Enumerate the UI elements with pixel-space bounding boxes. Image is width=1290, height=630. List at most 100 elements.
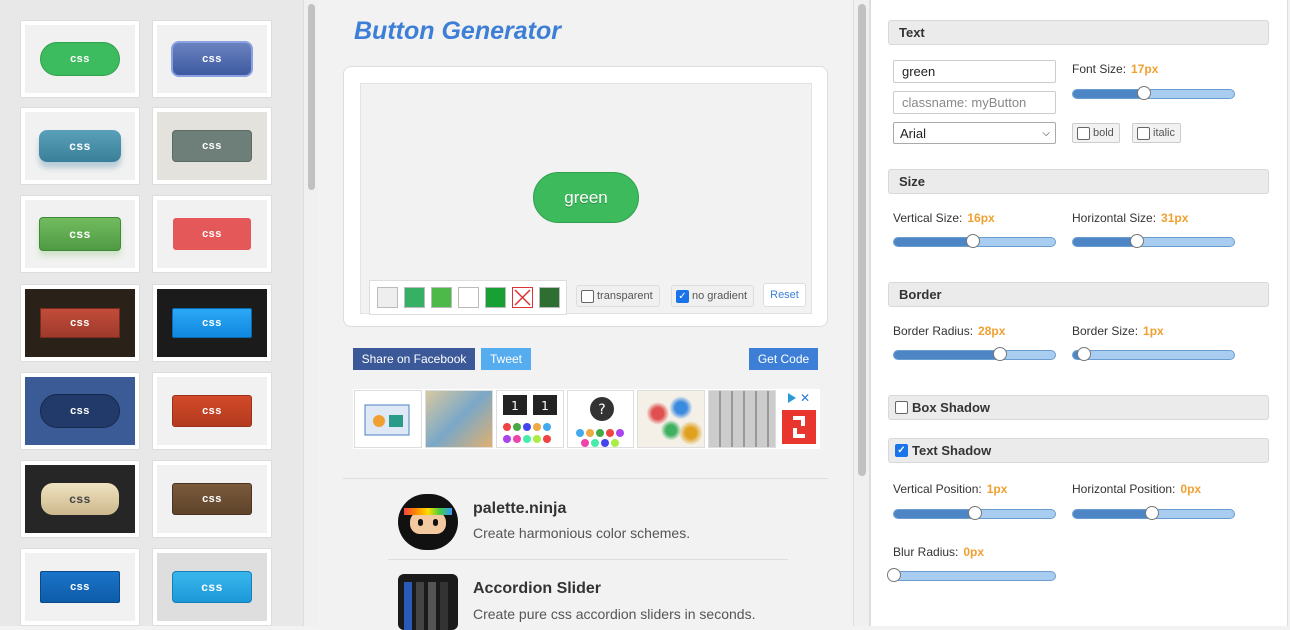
- template-tile[interactable]: css: [152, 548, 272, 626]
- share-facebook-button[interactable]: Share on Facebook: [353, 348, 475, 370]
- vertical-position-slider[interactable]: [893, 506, 1056, 520]
- section-text[interactable]: Text: [888, 20, 1269, 45]
- template-tile[interactable]: css: [152, 460, 272, 538]
- template-button: css: [172, 483, 252, 515]
- settings-panel: Text green classname: myButton Arial ⌵ Fo…: [870, 0, 1288, 626]
- slider-knob[interactable]: [1137, 86, 1151, 100]
- ad-choices-icon[interactable]: ✕: [788, 391, 816, 405]
- vertical-size-value: 16px: [967, 211, 995, 225]
- template-tile[interactable]: css: [20, 107, 140, 185]
- template-button: css: [173, 218, 251, 250]
- section-text-shadow[interactable]: ✓ Text Shadow: [888, 438, 1269, 463]
- slider-knob[interactable]: [968, 506, 982, 520]
- gallery-scrollbar[interactable]: [303, 0, 318, 626]
- vertical-size-label: Vertical Size: 16px: [893, 211, 995, 225]
- reset-button[interactable]: Reset: [763, 283, 806, 307]
- horizontal-position-slider[interactable]: [1072, 506, 1235, 520]
- template-tile[interactable]: css: [20, 195, 140, 273]
- font-select-value: Arial: [900, 125, 927, 141]
- template-tile[interactable]: css: [20, 20, 140, 98]
- swatch-forest[interactable]: [539, 287, 560, 308]
- ad-image[interactable]: [708, 390, 777, 448]
- slider-knob[interactable]: [1145, 506, 1159, 520]
- section-size[interactable]: Size: [888, 169, 1269, 194]
- italic-toggle[interactable]: italic: [1132, 123, 1182, 143]
- preview-area: green transparent ✓ no gradient Reset: [360, 83, 812, 315]
- ad-image[interactable]: [637, 390, 706, 448]
- template-tile[interactable]: css: [152, 20, 272, 98]
- template-button: css: [39, 217, 121, 251]
- horizontal-size-label: Horizontal Size: 31px: [1072, 211, 1189, 225]
- scrollbar-thumb[interactable]: [858, 4, 866, 476]
- italic-label: italic: [1153, 127, 1176, 139]
- slider-knob[interactable]: [993, 347, 1007, 361]
- blur-radius-slider[interactable]: [887, 568, 1056, 582]
- text-shadow-checkbox[interactable]: ✓: [895, 444, 908, 457]
- classname-input[interactable]: classname: myButton: [893, 91, 1056, 114]
- color-swatches: [369, 280, 567, 315]
- template-button: css: [39, 130, 121, 162]
- svg-text:1: 1: [541, 399, 549, 413]
- swatch-light-gray[interactable]: [377, 287, 398, 308]
- section-box-shadow[interactable]: Box Shadow: [888, 395, 1269, 420]
- template-tile[interactable]: css: [20, 548, 140, 626]
- template-tile[interactable]: css: [152, 107, 272, 185]
- template-tile[interactable]: css: [20, 284, 140, 362]
- font-select[interactable]: Arial ⌵: [893, 122, 1056, 144]
- swatch-green[interactable]: [404, 287, 425, 308]
- swatch-white[interactable]: [458, 287, 479, 308]
- promo-accordion-slider[interactable]: Accordion Slider Create pure css accordi…: [388, 570, 788, 630]
- border-size-slider[interactable]: [1072, 347, 1235, 361]
- bold-toggle[interactable]: bold: [1072, 123, 1120, 143]
- promo-palette-ninja[interactable]: palette.ninja Create harmonious color sc…: [388, 490, 788, 560]
- ad-image[interactable]: [424, 390, 493, 448]
- template-button: css: [41, 483, 119, 515]
- vertical-position-value: 1px: [986, 482, 1008, 496]
- main-column: Button Generator green transparent ✓ no g…: [318, 0, 870, 630]
- horizontal-position-value: 0px: [1180, 482, 1202, 496]
- italic-checkbox[interactable]: [1137, 126, 1150, 140]
- template-tile[interactable]: css: [20, 460, 140, 538]
- ad-image[interactable]: [354, 390, 422, 448]
- tweet-button[interactable]: Tweet: [481, 348, 531, 370]
- no-gradient-checkbox[interactable]: ✓: [676, 289, 689, 303]
- vertical-position-label: Vertical Position: 1px: [893, 482, 1008, 496]
- template-button: css: [171, 41, 253, 77]
- get-code-button[interactable]: Get Code: [749, 348, 818, 370]
- font-size-slider[interactable]: [1072, 86, 1235, 100]
- main-scrollbar[interactable]: [853, 0, 870, 626]
- blur-radius-label: Blur Radius: 0px: [893, 545, 985, 559]
- ad-image[interactable]: ?: [566, 390, 635, 448]
- button-text-input[interactable]: green: [893, 60, 1056, 83]
- ad-image[interactable]: 11: [495, 390, 564, 448]
- box-shadow-label: Box Shadow: [912, 400, 991, 415]
- no-gradient-toggle[interactable]: ✓ no gradient: [671, 285, 755, 307]
- preview-button[interactable]: green: [533, 172, 639, 223]
- bold-checkbox[interactable]: [1077, 126, 1090, 140]
- section-border[interactable]: Border: [888, 282, 1269, 307]
- slider-knob[interactable]: [1077, 347, 1091, 361]
- svg-text:1: 1: [511, 399, 519, 413]
- swatch-none-icon[interactable]: [512, 287, 533, 308]
- vertical-size-slider[interactable]: [893, 234, 1056, 248]
- template-tile[interactable]: css: [20, 372, 140, 450]
- no-gradient-label: no gradient: [692, 290, 748, 302]
- horizontal-size-slider[interactable]: [1072, 234, 1235, 248]
- template-tile[interactable]: css: [152, 195, 272, 273]
- swatch-lime[interactable]: [431, 287, 452, 308]
- slider-knob[interactable]: [966, 234, 980, 248]
- template-tile[interactable]: css: [152, 284, 272, 362]
- scrollbar-thumb[interactable]: [308, 4, 315, 190]
- svg-text:?: ?: [598, 402, 605, 418]
- template-tile[interactable]: css: [152, 372, 272, 450]
- swatch-dark-green[interactable]: [485, 287, 506, 308]
- template-gallery: css css css css css css css css css css …: [0, 0, 318, 626]
- border-radius-slider[interactable]: [893, 347, 1056, 361]
- slider-knob[interactable]: [1130, 234, 1144, 248]
- preview-card: green transparent ✓ no gradient Reset: [343, 66, 828, 327]
- transparent-toggle[interactable]: transparent: [576, 285, 660, 307]
- box-shadow-checkbox[interactable]: [895, 401, 908, 414]
- transparent-checkbox[interactable]: [581, 289, 594, 303]
- template-button: css: [172, 395, 252, 427]
- slider-knob[interactable]: [887, 568, 901, 582]
